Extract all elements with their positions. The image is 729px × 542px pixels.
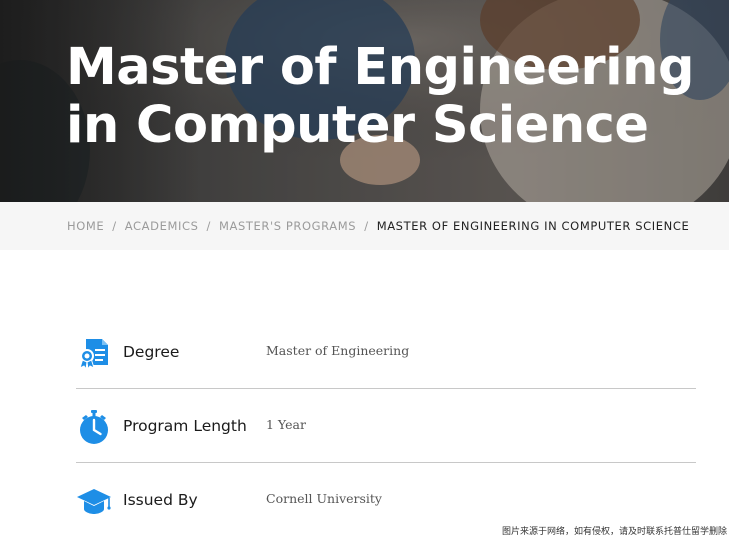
- detail-value: Cornell University: [266, 491, 382, 506]
- breadcrumb-masters-programs-link[interactable]: MASTER'S PROGRAMS: [219, 219, 356, 233]
- stopwatch-icon: [80, 410, 108, 444]
- certificate-icon: [79, 339, 108, 371]
- breadcrumb: HOME / ACADEMICS / MASTER'S PROGRAMS / M…: [67, 219, 689, 233]
- breadcrumb-separator: /: [112, 219, 117, 233]
- program-details: Degree Master of Engineering Program Len…: [76, 315, 696, 536]
- image-source-watermark: 图片来源于网络，如有侵权，请及时联系托普仕留学删除: [501, 527, 727, 537]
- detail-value: Master of Engineering: [266, 343, 410, 358]
- detail-row-program-length: Program Length 1 Year: [76, 389, 696, 463]
- detail-label: Issued By: [123, 491, 198, 509]
- breadcrumb-bar: HOME / ACADEMICS / MASTER'S PROGRAMS / M…: [0, 202, 729, 250]
- page: Master of Engineering in Computer Scienc…: [0, 0, 729, 542]
- breadcrumb-home-link[interactable]: HOME: [67, 219, 104, 233]
- detail-value: 1 Year: [266, 417, 306, 432]
- detail-label: Degree: [123, 343, 180, 361]
- graduation-cap-icon: [77, 489, 111, 514]
- detail-label: Program Length: [123, 417, 247, 435]
- breadcrumb-current-page: MASTER OF ENGINEERING IN COMPUTER SCIENC…: [376, 219, 690, 233]
- hero-banner: Master of Engineering in Computer Scienc…: [0, 0, 729, 202]
- detail-row-degree: Degree Master of Engineering: [76, 315, 696, 389]
- breadcrumb-academics-link[interactable]: ACADEMICS: [125, 219, 199, 233]
- page-title: Master of Engineering in Computer Scienc…: [66, 38, 694, 155]
- breadcrumb-separator: /: [364, 219, 369, 233]
- breadcrumb-separator: /: [206, 219, 211, 233]
